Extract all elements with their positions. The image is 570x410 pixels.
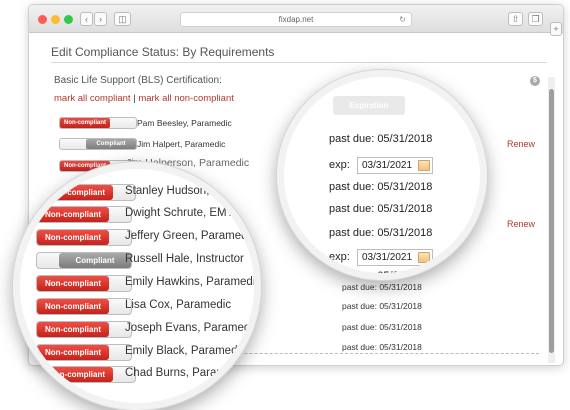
close-window-button[interactable] [38,15,47,24]
calendar-icon[interactable] [418,252,430,263]
person-name: Stanley Hudson, Paramedic [125,185,261,197]
non-compliant-pill: Non-compliant [60,118,110,128]
status-toggle[interactable]: Non-compliant [40,184,136,201]
exp-label: exp: [329,251,350,263]
person-name: Lisa Cox, Paramedic [125,299,232,311]
new-tab-icon[interactable]: + [550,22,562,36]
status-toggle[interactable]: Non-compliant [36,275,132,292]
renew-link[interactable]: Renew [507,219,535,229]
tabs-icon[interactable]: ❐ [528,12,543,26]
compliant-pill: Compliant [59,253,131,268]
non-compliant-pill: Non-compliant [37,345,109,360]
status-toggle[interactable]: Non-compliant [40,366,136,383]
past-due-date: past due: 05/31/2018 [329,133,433,145]
url-text: fixdap.net [278,15,314,24]
person-name: Pam Beesley, Paramedic [137,118,232,128]
expiration-button[interactable]: Expiration [333,96,405,115]
person-name: Jim Halpert, Paramedic [137,139,226,149]
status-toggle[interactable]: Non-compliant [36,344,132,361]
past-due-date: past due: 05/31/2018 [342,322,422,332]
link-separator: | [133,93,136,104]
expiration-date-value: 03/31/2021 [362,252,413,263]
person-name: Chad Burns, Paramedic [125,367,248,379]
scrollbar-thumb[interactable] [549,89,554,353]
share-icon[interactable]: ⇧ [508,12,523,26]
expiration-date-input[interactable]: 03/31/2021 [357,157,433,174]
requirement-label: Basic Life Support (BLS) Certification: [54,75,222,86]
zoom-lens-names: Non-compliant Stanley Hudson, Paramedic … [13,162,261,410]
address-bar[interactable]: fixdap.net ↻ [180,12,412,27]
non-compliant-pill: Non-compliant [37,276,109,291]
past-due-date: past due: 05/31/2018 [329,203,433,215]
person-name: Russell Hale, Instructor [125,253,244,265]
status-toggle[interactable]: Compliant [36,252,132,269]
past-due-date: past due: 05/31/2018 [329,181,433,193]
status-toggle[interactable]: Non-compliant [36,298,132,315]
expiration-button-label: Expiration [349,101,389,110]
non-compliant-pill: Non-compliant [41,367,113,382]
non-compliant-pill: Non-compliant [37,322,109,337]
expiration-date-value: 03/31/2021 [362,160,413,171]
expiration-date-input[interactable]: 03/31/2021 [357,249,433,266]
person-name: Dwight Schrute, EMT [125,207,234,219]
back-arrow-icon[interactable]: ‹ [80,12,93,26]
past-due-date: past due: 05/31/2018 [342,301,422,311]
compliant-pill: Compliant [86,139,136,149]
mark-all-non-compliant-link[interactable]: mark all non-compliant [138,93,234,104]
person-name: Emily Black, Paramedic [125,345,246,357]
person-name: Emily Hawkins, Paramedic [125,276,261,288]
info-icon[interactable]: $ [530,76,540,86]
zoom-lens-expiration: Expiration past due: 05/31/2018 exp: 03/… [277,70,487,280]
zoom-window-button[interactable] [64,15,73,24]
mark-all-compliant-link[interactable]: mark all compliant [54,93,131,104]
non-compliant-pill: Non-compliant [37,207,109,222]
past-due-date: past due: 05/31/2018 [342,282,422,292]
minimize-window-button[interactable] [51,15,60,24]
non-compliant-pill: Non-compliant [37,299,109,314]
past-due-date: past due: 05/31/2018 [342,342,422,352]
forward-arrow-icon[interactable]: › [94,12,107,26]
person-name: Jeffery Green, Paramedic [125,230,256,242]
person-name: Joseph Evans, Paramedic [125,322,259,334]
reload-icon[interactable]: ↻ [399,13,406,26]
mark-all-links: mark all compliant | mark all non-compli… [54,93,234,104]
renew-link[interactable]: Renew [507,139,535,149]
page-title: Edit Compliance Status: By Requirements [51,45,275,59]
non-compliant-pill: Non-compliant [37,230,109,245]
calendar-icon[interactable] [418,160,430,171]
title-divider [51,62,547,63]
status-toggle[interactable]: Non-compliant [36,321,132,338]
non-compliant-pill: Non-compliant [41,185,113,200]
status-toggle[interactable]: Non-compliant [36,206,132,223]
past-due-date: past due: 05/31/2018 [329,227,433,239]
sidebar-icon[interactable]: ◫ [114,12,131,26]
status-toggle[interactable]: Compliant [59,138,137,150]
status-toggle[interactable]: Non-compliant [59,117,137,129]
browser-titlebar: ‹ › ◫ fixdap.net ↻ ⇧ ❐ + [29,5,563,36]
status-toggle[interactable]: Non-compliant [36,229,132,246]
exp-label: exp: [329,159,350,171]
